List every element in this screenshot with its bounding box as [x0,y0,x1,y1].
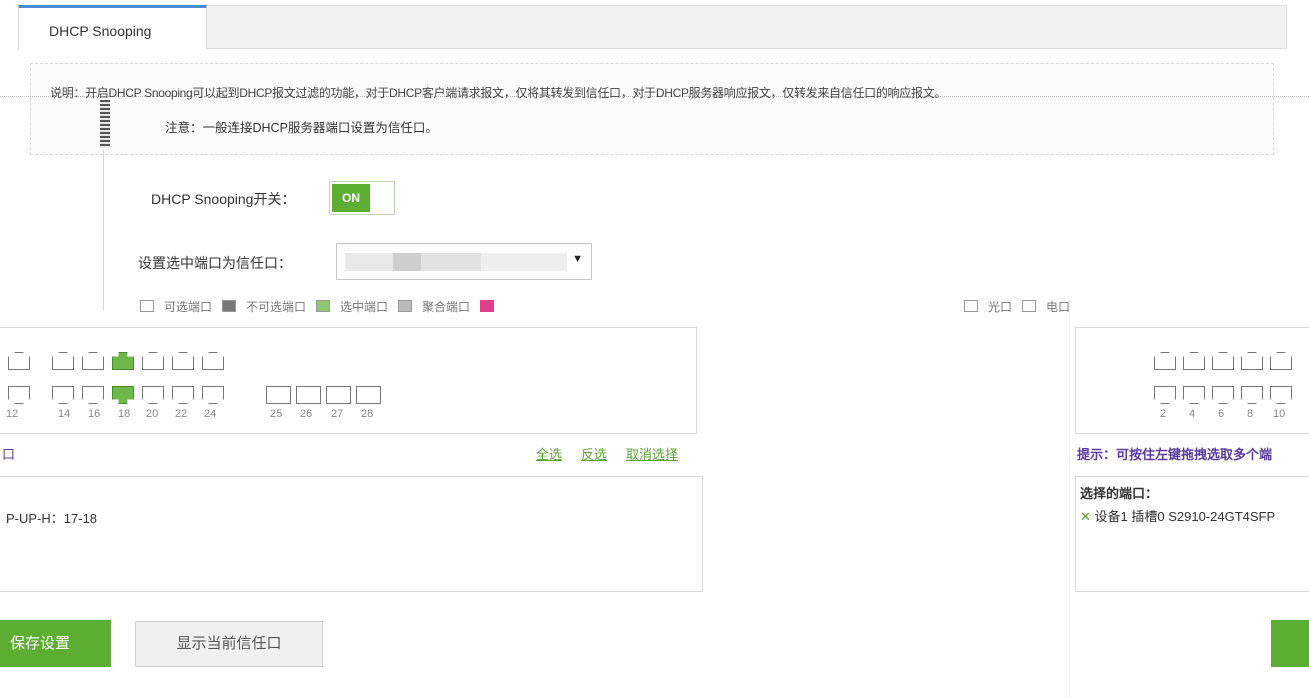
port-icon[interactable] [326,386,351,404]
legend-label: 电口 [1045,299,1070,314]
port-number: 6 [1218,408,1225,420]
port-icon[interactable] [1212,386,1234,404]
port-icon[interactable] [1241,386,1263,404]
port-number: 27 [331,408,344,420]
port-number: 18 [118,408,131,420]
port-number: 4 [1189,408,1196,420]
port-icon[interactable] [356,386,381,404]
legend-marker-icon [480,300,495,312]
port-icon[interactable] [82,352,104,370]
port-icon-selected[interactable] [112,352,134,370]
port-icon[interactable] [1183,352,1205,370]
port-legend: 可选端口 不可选端口 选中端口 聚合端口 光口 电口 [140,297,1070,315]
trust-port-label: 设置选中端口为信任口： [138,255,292,271]
port-icon[interactable] [1183,386,1205,404]
port-icon[interactable] [172,386,194,404]
legend-aggregate-icon [398,300,413,312]
port-icon[interactable] [296,386,321,404]
note-warning: 注意：一般连接DHCP服务器端口设置为信任口。 [165,121,438,135]
port-icon[interactable] [142,386,164,404]
port-number: 16 [88,408,101,420]
port-number: 26 [300,408,313,420]
port-number: 10 [1273,408,1286,420]
port-icon[interactable] [1154,352,1176,370]
port-number: 22 [175,408,188,420]
selected-ports-list: 选择的端口： ✕ 设备1 插槽0 S2910-24GT4SFP [1075,476,1309,592]
x-icon[interactable]: ✕ [1080,509,1091,524]
port-icon-selected[interactable] [112,386,134,404]
legend-copper-icon [1021,300,1036,312]
dhcp-snooping-toggle[interactable]: ON [329,181,395,215]
blurred-value [393,253,421,271]
port-number: 14 [58,408,71,420]
select-all-link[interactable]: 全选 [536,444,562,463]
port-icon[interactable] [1270,352,1292,370]
legend-label: 光口 [987,299,1012,314]
blurred-value [481,253,567,271]
legend-label: 聚合端口 [422,299,471,314]
port-number: 12 [6,408,19,420]
chevron-down-icon: ▼ [572,253,583,265]
selection-actions: 口 全选 反选 取消选择 [0,444,697,462]
aggregate-list: P-UP-H：17-18 [0,476,703,592]
port-icon[interactable] [1212,352,1234,370]
tab-dhcp-snooping[interactable]: DHCP Snooping [18,5,207,50]
legend-selectable-icon [140,300,154,312]
port-panel: 12 14 16 18 20 22 24 25 26 27 28 [0,327,697,434]
port-icon[interactable] [202,386,224,404]
blurred-value [345,253,393,271]
port-number: 2 [1160,408,1167,420]
port-icon[interactable] [1154,386,1176,404]
toggle-state: ON [332,184,370,212]
legend-label: 选中端口 [340,299,389,314]
cancel-selection-link[interactable]: 取消选择 [626,444,678,463]
show-trust-ports-button[interactable]: 显示当前信任口 [135,621,323,667]
port-icon[interactable] [202,352,224,370]
selected-port-item: ✕ 设备1 插槽0 S2910-24GT4SFP [1080,506,1275,525]
port-icon[interactable] [172,352,194,370]
note-description: 说明：开启DHCP Snooping可以起到DHCP报文过滤的功能，对于DHCP… [50,86,947,100]
divider [103,150,104,310]
port-number: 25 [270,408,283,420]
port-icon[interactable] [8,386,30,404]
stack-device-icon [100,100,110,148]
port-icon[interactable] [1241,352,1263,370]
port-icon[interactable] [52,352,74,370]
port-icon[interactable] [142,352,164,370]
selected-port-label: 设备1 插槽0 S2910-24GT4SFP [1094,509,1276,524]
notes-box [30,63,1274,155]
divider [1069,300,1070,698]
legend-fiber-icon [963,300,978,312]
port-number: 20 [146,408,159,420]
selected-ports-title: 选择的端口： [1080,486,1159,501]
port-icon[interactable] [266,386,291,404]
legend-selected-icon [316,300,331,312]
legend-label: 可选端口 [164,299,213,314]
port-icon[interactable] [8,352,30,370]
save-button[interactable]: 保存设置 [0,620,111,667]
right-port-panel: 2 4 6 8 10 [1075,327,1309,434]
list-item: P-UP-H：17-18 [6,511,98,526]
legend-label: 不可选端口 [246,299,307,314]
port-number: 28 [361,408,374,420]
legend-unselectable-icon [222,300,237,312]
right-action-button[interactable] [1271,620,1309,667]
panel-title: 口 [2,447,16,462]
port-icon[interactable] [52,386,74,404]
dhcp-switch-label: DHCP Snooping开关： [151,191,296,207]
trust-port-select[interactable]: ▼ [336,243,592,280]
port-icon[interactable] [1270,386,1292,404]
port-number: 24 [204,408,217,420]
drag-select-hint: 提示：可按住左键拖拽选取多个端 [1077,447,1273,462]
invert-selection-link[interactable]: 反选 [581,444,607,463]
port-icon[interactable] [82,386,104,404]
blurred-value [421,253,481,271]
port-number: 8 [1247,408,1254,420]
tab-bar [18,5,1287,49]
